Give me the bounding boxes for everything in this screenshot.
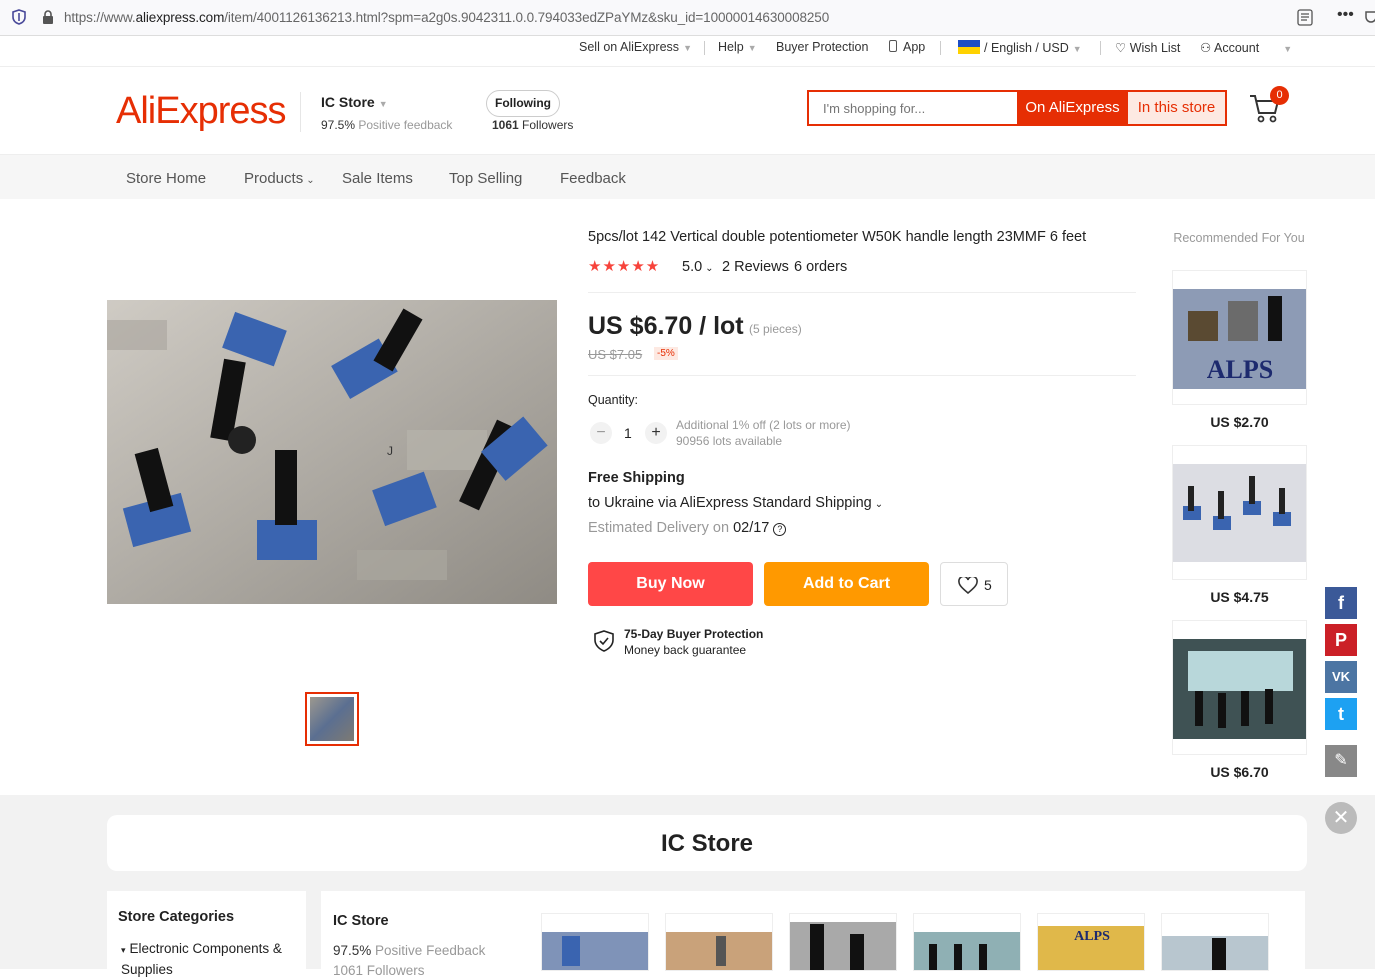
store-product-thumbnail[interactable] (1161, 913, 1269, 971)
store-info-name[interactable]: IC Store (333, 913, 389, 929)
search-in-store-button[interactable]: In this store (1128, 92, 1225, 124)
sell-link[interactable]: Sell on AliExpress ▼ (579, 40, 692, 54)
nav-store-home[interactable]: Store Home (126, 170, 206, 187)
account-link[interactable]: ⚇ Account ▼ (1200, 40, 1292, 55)
nav-top-selling[interactable]: Top Selling (449, 170, 522, 187)
reviews-link[interactable]: 2 Reviews (722, 259, 789, 275)
estimated-delivery: Estimated Delivery on 02/17 ? (588, 520, 787, 536)
twitter-share-icon[interactable]: t (1325, 698, 1357, 730)
product-price: US $6.70 / lot (588, 312, 744, 340)
nav-sale-items[interactable]: Sale Items (342, 170, 413, 187)
quantity-input[interactable]: 1 (624, 425, 632, 441)
buyer-protection-link[interactable]: Buyer Protection (776, 40, 868, 54)
heart-icon: ♡ (1115, 41, 1127, 55)
language-currency-selector[interactable]: / English / USD ▼ (958, 40, 1082, 55)
svg-text:J: J (387, 444, 393, 458)
store-info-followers: 1061 Followers (333, 963, 425, 978)
user-icon: ⚇ (1200, 41, 1212, 55)
recommended-item[interactable] (1172, 620, 1307, 755)
buyer-protection-title: 75-Day Buyer Protection (624, 627, 764, 641)
buyer-protection-subtitle: Money back guarantee (624, 643, 747, 657)
recommended-price: US $6.70 (1210, 764, 1269, 780)
recommended-price: US $4.75 (1210, 589, 1269, 605)
pieces-count: (5 pieces) (749, 322, 802, 336)
store-product-thumbnail[interactable] (913, 913, 1021, 971)
shield-check-icon (594, 630, 614, 652)
browser-url-bar: https://www.aliexpress.com/item/40011261… (0, 0, 1375, 36)
reader-view-icon[interactable] (1297, 9, 1313, 26)
quantity-decrease-button[interactable]: − (590, 422, 612, 444)
discount-badge: -5% (654, 347, 678, 360)
pocket-icon[interactable] (1365, 10, 1375, 24)
following-button[interactable]: Following (486, 90, 560, 117)
product-main-image[interactable]: J (107, 300, 557, 604)
alps-label: ALPS (1207, 355, 1273, 384)
edit-icon[interactable]: ✎ (1325, 745, 1357, 777)
aliexpress-logo[interactable]: AliExpress (116, 90, 286, 133)
nav-feedback[interactable]: Feedback (560, 170, 626, 187)
rating-value[interactable]: 5.0 ⌄ (682, 259, 714, 275)
ukraine-flag-icon (958, 40, 980, 54)
facebook-share-icon[interactable]: f (1325, 587, 1357, 619)
search-input[interactable] (809, 92, 1017, 124)
store-product-thumbnail[interactable] (789, 913, 897, 971)
search-on-aliexpress-button[interactable]: On AliExpress (1017, 92, 1128, 124)
rating-stars[interactable]: ★★★★★ (588, 257, 660, 275)
app-link[interactable]: App (889, 40, 925, 54)
divider (300, 92, 301, 132)
pinterest-share-icon[interactable]: P (1325, 624, 1357, 656)
shipping-title: Free Shipping (588, 470, 685, 486)
store-name[interactable]: IC Store ▼ (321, 94, 388, 110)
cart-count-badge: 0 (1270, 86, 1289, 105)
product-thumbnail[interactable] (305, 692, 359, 746)
top-nav: Sell on AliExpress ▼ Help ▼ Buyer Protecti… (0, 36, 1375, 67)
quantity-increase-button[interactable]: + (645, 422, 667, 444)
more-menu-icon[interactable]: ••• (1337, 6, 1354, 24)
store-product-thumbnail[interactable] (541, 913, 649, 971)
alps-label: ALPS (1074, 929, 1110, 944)
shipping-method-selector[interactable]: to Ukraine via AliExpress Standard Shipp… (588, 495, 883, 511)
store-categories-title: Store Categories (118, 909, 235, 925)
followers-count: 1061 Followers (492, 118, 574, 132)
search-box: On AliExpress In this store (807, 90, 1227, 126)
product-title: 5pcs/lot 142 Vertical double potentiomet… (588, 229, 1087, 245)
close-icon[interactable]: ✕ (1325, 802, 1357, 834)
recommended-item[interactable] (1172, 445, 1307, 580)
url-field[interactable]: https://www.aliexpress.com/item/40011261… (64, 10, 829, 25)
vk-share-icon[interactable]: VK (1325, 661, 1357, 693)
heart-icon (958, 577, 978, 595)
wish-list-link[interactable]: ♡ Wish List (1115, 40, 1180, 55)
add-to-cart-button[interactable]: Add to Cart (764, 562, 929, 606)
recommended-price: US $2.70 (1210, 414, 1269, 430)
lock-icon[interactable] (42, 10, 54, 24)
store-info-feedback: 97.5% Positive Feedback (333, 943, 486, 958)
help-link[interactable]: Help ▼ (718, 40, 757, 54)
stock-info: 90956 lots available (676, 434, 783, 448)
store-banner: IC Store (107, 815, 1307, 871)
store-feedback: 97.5% Positive feedback (321, 118, 453, 132)
category-item[interactable]: ▾ Electronic Components & Supplies (121, 939, 301, 979)
quantity-discount-info: Additional 1% off (2 lots or more) (676, 418, 851, 432)
store-product-thumbnail[interactable] (665, 913, 773, 971)
help-icon[interactable]: ? (773, 523, 787, 536)
quantity-label: Quantity: (588, 393, 639, 407)
buy-now-button[interactable]: Buy Now (588, 562, 753, 606)
recommended-title: Recommended For You (1173, 231, 1305, 245)
shield-icon[interactable] (12, 9, 26, 25)
store-nav: Store Home Products ⌄ Sale Items Top Sell… (0, 154, 1375, 199)
wishlist-button[interactable]: 5 (940, 562, 1008, 606)
nav-products[interactable]: Products ⌄ (244, 170, 315, 187)
original-price: US $7.05 (588, 347, 643, 362)
store-product-thumbnail[interactable]: ALPS (1037, 913, 1145, 971)
phone-icon (889, 40, 897, 52)
orders-count: 6 orders (794, 259, 848, 275)
recommended-item[interactable]: ALPS (1172, 270, 1307, 405)
